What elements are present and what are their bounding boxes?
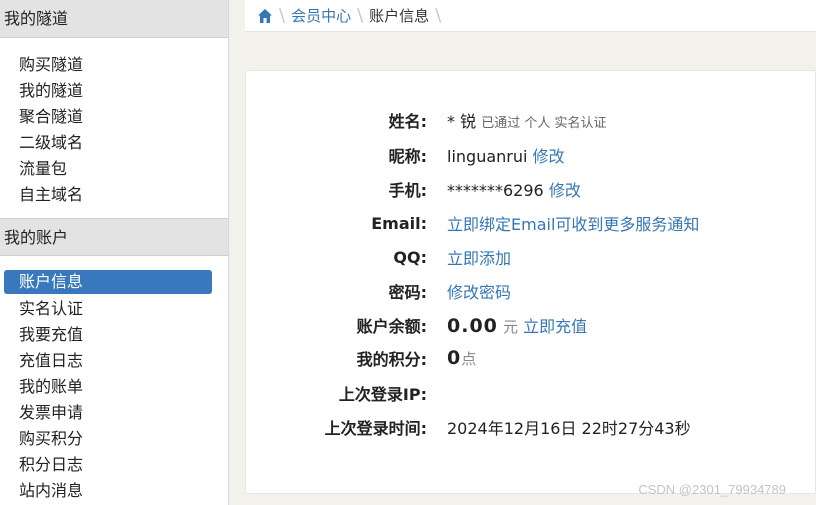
recharge-link[interactable]: 立即充值	[523, 317, 587, 336]
balance-value: 0.00	[447, 315, 498, 337]
qq-label: QQ:	[393, 247, 427, 267]
name-value-group: * 锐 已通过 个人 实名认证	[447, 108, 606, 132]
edit-phone-link[interactable]: 修改	[549, 181, 581, 200]
sidebar-item-buy-points[interactable]: 购买积分	[0, 426, 228, 452]
row-points: 我的积分: 0点	[246, 341, 816, 375]
csdn-watermark: CSDN @2301_79934789	[638, 482, 786, 497]
sidebar-item-aggregate-tunnels[interactable]: 聚合隧道	[0, 104, 228, 130]
add-qq-link[interactable]: 立即添加	[447, 249, 511, 268]
qq-value-group: 立即添加	[447, 245, 511, 269]
points-unit: 点	[461, 350, 477, 368]
row-name: 姓名: * 锐 已通过 个人 实名认证	[246, 103, 816, 137]
sidebar-section-header-account: 我的账户	[0, 218, 228, 256]
email-value-group: 立即绑定Email可收到更多服务通知	[447, 211, 699, 235]
change-password-link[interactable]: 修改密码	[447, 283, 511, 302]
sidebar-item-recharge-log[interactable]: 充值日志	[0, 348, 228, 374]
sidebar-item-points-log[interactable]: 积分日志	[0, 452, 228, 478]
points-label: 我的积分:	[356, 350, 427, 369]
name-value: * 锐	[447, 112, 477, 131]
sidebar-item-real-name[interactable]: 实名认证	[0, 296, 228, 322]
verification-note: 已通过 个人 实名认证	[481, 116, 607, 131]
sidebar-item-invoice[interactable]: 发票申请	[0, 400, 228, 426]
breadcrumb-account-info: 账户信息	[369, 7, 430, 25]
account-info-panel: 姓名: * 锐 已通过 个人 实名认证 昵称: linguanrui 修改 手机…	[245, 70, 816, 494]
sidebar-section-account: 账户信息 实名认证 我要充值 充值日志 我的账单 发票申请 购买积分 积分日志 …	[0, 256, 228, 505]
sidebar-section-header-tunnels: 我的隧道	[0, 0, 228, 38]
breadcrumb: \ 会员中心 \ 账户信息 \	[245, 0, 816, 32]
last-login-time-label: 上次登录时间:	[324, 419, 427, 438]
breadcrumb-member-center[interactable]: 会员中心	[291, 5, 351, 26]
row-last-login-time: 上次登录时间: 2024年12月16日 22时27分43秒	[246, 410, 816, 444]
row-qq: QQ: 立即添加	[246, 240, 816, 274]
row-email: Email: 立即绑定Email可收到更多服务通知	[246, 206, 816, 240]
sidebar-item-my-tunnels[interactable]: 我的隧道	[0, 78, 228, 104]
password-label: 密码:	[388, 283, 427, 302]
password-value-group: 修改密码	[447, 279, 511, 303]
balance-value-group: 0.00 元 立即充值	[447, 313, 587, 337]
sidebar-item-subdomain[interactable]: 二级域名	[0, 130, 228, 156]
sidebar-item-bills[interactable]: 我的账单	[0, 374, 228, 400]
phone-label: 手机:	[388, 181, 427, 200]
home-icon[interactable]	[257, 8, 273, 24]
sidebar-item-custom-domain[interactable]: 自主域名	[0, 182, 228, 208]
last-login-time-value: 2024年12月16日 22时27分43秒	[447, 419, 691, 438]
phone-value: *******6296	[447, 181, 544, 200]
breadcrumb-separator-icon: \	[435, 5, 442, 26]
nickname-label: 昵称:	[388, 147, 427, 166]
nickname-value: linguanrui	[447, 147, 528, 166]
points-value: 0	[447, 347, 462, 369]
edit-nickname-link[interactable]: 修改	[533, 147, 565, 166]
sidebar-item-messages[interactable]: 站内消息	[0, 478, 228, 504]
balance-unit: 元	[502, 318, 518, 336]
points-value-group: 0点	[447, 347, 476, 369]
sidebar-item-traffic-pack[interactable]: 流量包	[0, 156, 228, 182]
row-balance: 账户余额: 0.00 元 立即充值	[246, 308, 816, 342]
balance-label: 账户余额:	[356, 317, 427, 336]
sidebar-item-account-info[interactable]: 账户信息	[4, 270, 212, 294]
row-nickname: 昵称: linguanrui 修改	[246, 138, 816, 172]
row-phone: 手机: *******6296 修改	[246, 172, 816, 206]
last-ip-label: 上次登录IP:	[338, 385, 427, 404]
nickname-value-group: linguanrui 修改	[447, 143, 565, 167]
bind-email-link[interactable]: 立即绑定Email可收到更多服务通知	[447, 215, 699, 234]
breadcrumb-separator-icon: \	[279, 5, 286, 26]
email-label: Email:	[371, 213, 427, 233]
row-last-ip: 上次登录IP:	[246, 376, 816, 410]
sidebar-item-recharge[interactable]: 我要充值	[0, 322, 228, 348]
breadcrumb-separator-icon: \	[357, 5, 364, 26]
sidebar: 我的隧道 购买隧道 我的隧道 聚合隧道 二级域名 流量包 自主域名 我的账户 账…	[0, 0, 229, 505]
phone-value-group: *******6296 修改	[447, 177, 581, 201]
sidebar-item-buy-tunnel[interactable]: 购买隧道	[0, 52, 228, 78]
name-label: 姓名:	[388, 112, 427, 131]
sidebar-section-tunnels: 购买隧道 我的隧道 聚合隧道 二级域名 流量包 自主域名	[0, 38, 228, 218]
row-password: 密码: 修改密码	[246, 274, 816, 308]
